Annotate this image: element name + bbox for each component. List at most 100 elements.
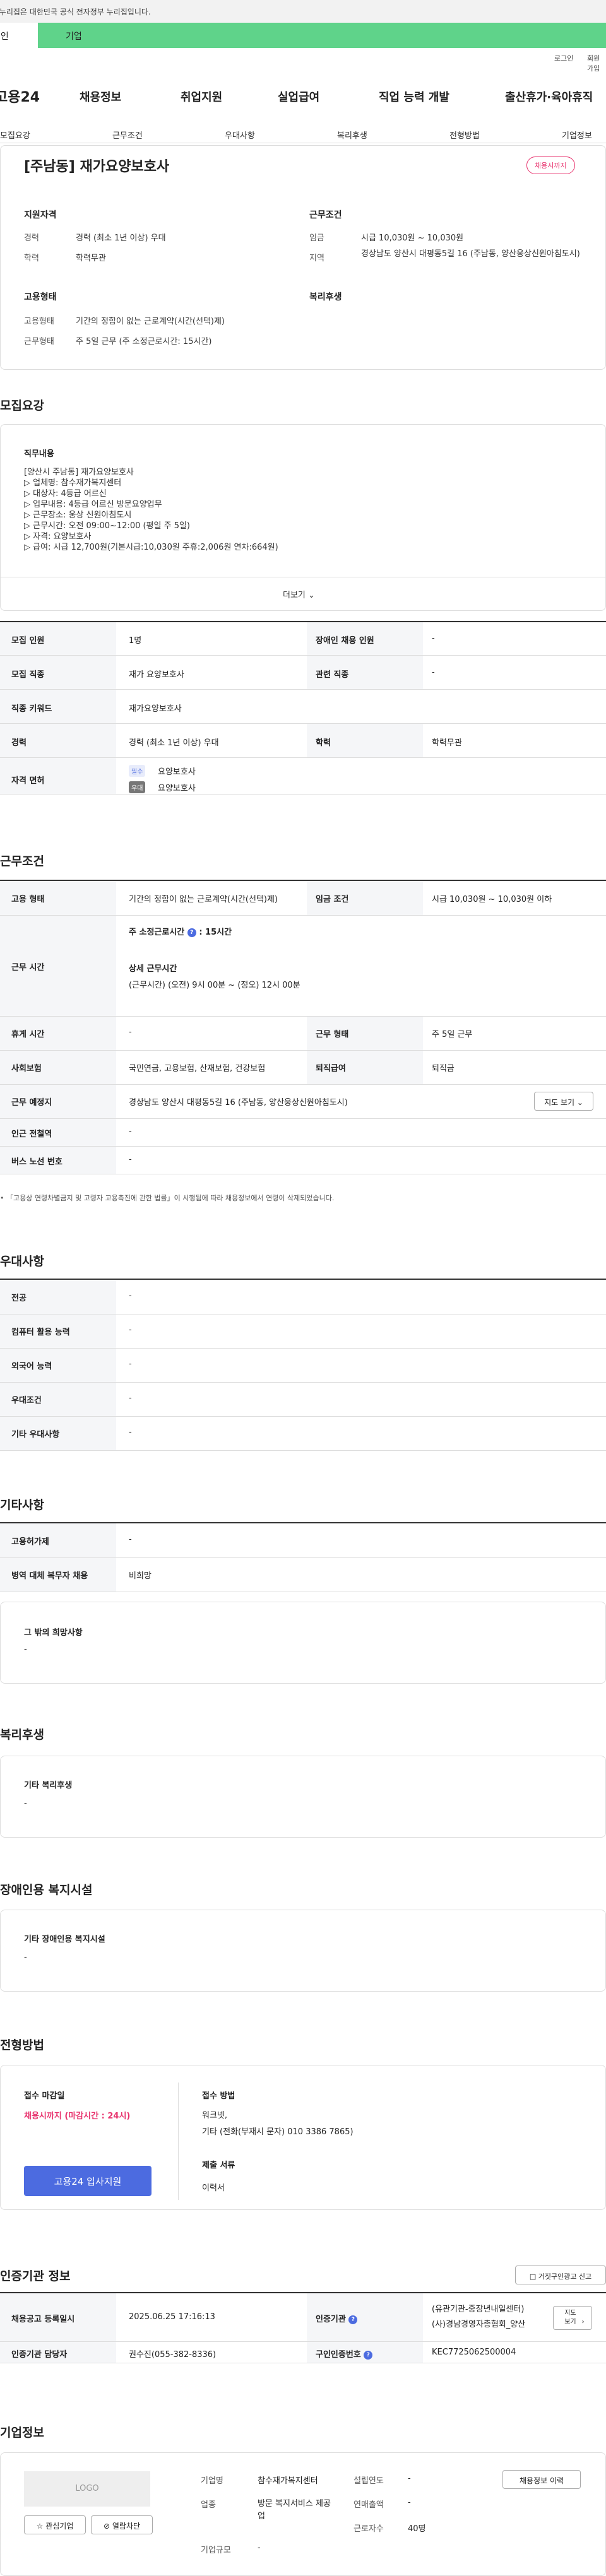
- cell-value: -: [129, 1393, 132, 1403]
- detail-title: 상세 근무시간: [129, 964, 177, 974]
- cell-label: 근무 예정지: [11, 1098, 52, 1108]
- docs-label: 제출 서류: [202, 2161, 235, 2170]
- benefit-title: 기타 복리후생: [24, 1781, 73, 1790]
- row-divider: [0, 1557, 606, 1558]
- method-value: 워크넷, 기타 (전화(부재시 문자) 010 3386 7865): [202, 2111, 354, 2137]
- cell-value: -: [129, 1359, 132, 1369]
- star-icon: ☆: [36, 2522, 44, 2531]
- info-icon[interactable]: ?: [348, 2315, 358, 2324]
- row-divider: [0, 1118, 606, 1119]
- gnb-item-training[interactable]: 직업 능력 개발: [379, 88, 449, 105]
- cell-label: 업종: [201, 2500, 216, 2510]
- lnb-company[interactable]: 기업정보: [562, 129, 592, 141]
- gnb-item-unemployment[interactable]: 실업급여: [278, 88, 319, 105]
- report-button[interactable]: □ 거짓구인광고 신고: [515, 2266, 606, 2284]
- cell-value: -: [258, 2543, 261, 2553]
- duty-text: [양산시 주남동] 재가요양보호사 ▷ 업체명: 참수재가복지센터 ▷ 대상자:…: [24, 468, 278, 552]
- cell-label: 인증기관 ?: [316, 2312, 358, 2324]
- site-logo[interactable]: 고용24: [0, 86, 40, 106]
- gnb-item-jobs[interactable]: 채용정보: [80, 88, 121, 105]
- cell-label: 근무 시간: [11, 963, 45, 972]
- row-divider: [0, 1084, 606, 1085]
- apply-button[interactable]: 고용24 입사지원: [24, 2166, 152, 2196]
- block-button[interactable]: ⊘ 열람차단: [91, 2515, 153, 2534]
- cell-value: 기간의 정함이 없는 근로계약(시간(선택)제): [129, 895, 278, 904]
- cell-value: -: [129, 1291, 132, 1301]
- benefit-card: [0, 1756, 606, 1838]
- lnb-pref[interactable]: 우대사항: [225, 129, 255, 141]
- info-icon[interactable]: ?: [364, 2350, 373, 2360]
- cell-value: 재가 요양보호사: [129, 670, 184, 680]
- emp-title: 고용형태: [24, 292, 57, 302]
- wish-card: [0, 1602, 606, 1684]
- section-apply: 전형방법: [0, 2038, 44, 2052]
- job-history-button[interactable]: 채용정보 이력: [502, 2470, 581, 2489]
- gnb-item-leave[interactable]: 출산휴가·육아휴직: [505, 88, 593, 105]
- info-icon[interactable]: ?: [187, 928, 196, 937]
- cell-value: -: [129, 1127, 132, 1137]
- map-button[interactable]: 지도 보기 ⌄: [534, 1092, 593, 1111]
- cell-label: 연매출액: [354, 2500, 384, 2510]
- chevron-down-icon: ⌄: [576, 1098, 583, 1107]
- section-etc: 기타사항: [0, 1498, 44, 1512]
- tab-personal[interactable]: 개인: [0, 23, 38, 48]
- detail-value: (근무시간) (오전) 9시 00분 ~ (정오) 12시 00분: [129, 981, 300, 990]
- cond-value: 경상남도 양산시 대평동5길 16 (주남동, 양산웅상신원아침도시): [361, 249, 580, 259]
- cell-label: 휴게 시간: [11, 1030, 45, 1039]
- cell-label: 학력: [316, 738, 331, 748]
- cell-value: -: [129, 1427, 132, 1437]
- lnb-work[interactable]: 근무조건: [112, 129, 143, 141]
- cell-label: 근무 형태: [316, 1030, 349, 1039]
- join-link[interactable]: 회원가입: [587, 53, 606, 73]
- cell-value: 경상남도 양산시 대평동5길 16 (주남동, 양산웅상신원아침도시): [129, 1098, 348, 1108]
- cell-label: 근로자수: [354, 2524, 384, 2534]
- login-link[interactable]: 로그인: [554, 53, 573, 63]
- cell-label: 경력: [11, 738, 27, 748]
- emp-value: 기간의 정함이 없는 근로계약(시간(선택)제): [76, 317, 225, 326]
- cell-value: -: [129, 1027, 132, 1037]
- cond-label: 지역: [309, 254, 324, 263]
- cell-value: 40명: [408, 2524, 426, 2534]
- required-tag: 필수: [129, 765, 146, 777]
- row-divider: [0, 1146, 606, 1147]
- lnb-apply[interactable]: 전형방법: [449, 129, 480, 141]
- user-type-tabs: 개인 기업: [0, 23, 606, 48]
- cell-label: 고용허가제: [11, 1537, 49, 1547]
- gnb-item-employment[interactable]: 취업지원: [181, 88, 222, 105]
- cell-label: 인근 전철역: [11, 1130, 52, 1139]
- cell-value: -: [408, 2498, 411, 2507]
- qual-value: 경력 (최소 1년 이상) 우대: [76, 233, 166, 243]
- tab-company[interactable]: 기업: [38, 23, 606, 48]
- apply-divider: [178, 2083, 179, 2200]
- cell-label: 임금 조건: [316, 895, 349, 904]
- org-map-button[interactable]: 지도 보기 ›: [553, 2306, 592, 2330]
- cell-label: 직종 키워드: [11, 704, 52, 714]
- fav-button[interactable]: ☆ 관심기업: [24, 2515, 86, 2534]
- age-note: • 「고용상 연령차별금지 및 고령자 고용촉진에 관한 법률」이 시행됨에 따…: [0, 1194, 335, 1202]
- row-divider: [0, 1016, 606, 1017]
- cell-label: 우대조건: [11, 1396, 42, 1405]
- cell-label: 고용 형태: [11, 895, 45, 904]
- row-divider: [0, 794, 606, 795]
- duty-title: 직무내용: [24, 449, 54, 459]
- lnb-recruit[interactable]: 모집요강: [0, 129, 30, 141]
- row-divider: [0, 915, 606, 916]
- cell-label: 모집 직종: [11, 670, 45, 680]
- row-divider: [0, 2341, 606, 2342]
- siren-icon: □: [529, 2272, 537, 2281]
- cond-value: 시급 10,030원 ~ 10,030원: [361, 233, 464, 243]
- qual-label: 학력: [24, 254, 39, 263]
- lnb-benefit[interactable]: 복리후생: [337, 129, 367, 141]
- docs-value: 이력서: [202, 2183, 225, 2193]
- row-divider: [0, 1348, 606, 1349]
- qual-value: 학력무관: [76, 254, 106, 263]
- chevron-down-icon: ⌄: [308, 591, 315, 600]
- cell-value: KEC7725062500004: [432, 2348, 516, 2357]
- more-button[interactable]: 더보기 ⌄: [283, 588, 315, 600]
- disab-card: [0, 1910, 606, 1992]
- deadline-label: 접수 마감일: [24, 2091, 65, 2101]
- method-label: 접수 방법: [202, 2091, 235, 2101]
- cell-value: 시급 10,030원 ~ 10,030원 이하: [432, 895, 552, 904]
- job-title: [주남동] 재가요양보호사: [24, 159, 170, 175]
- cell-label: 퇴직급여: [316, 1064, 346, 1073]
